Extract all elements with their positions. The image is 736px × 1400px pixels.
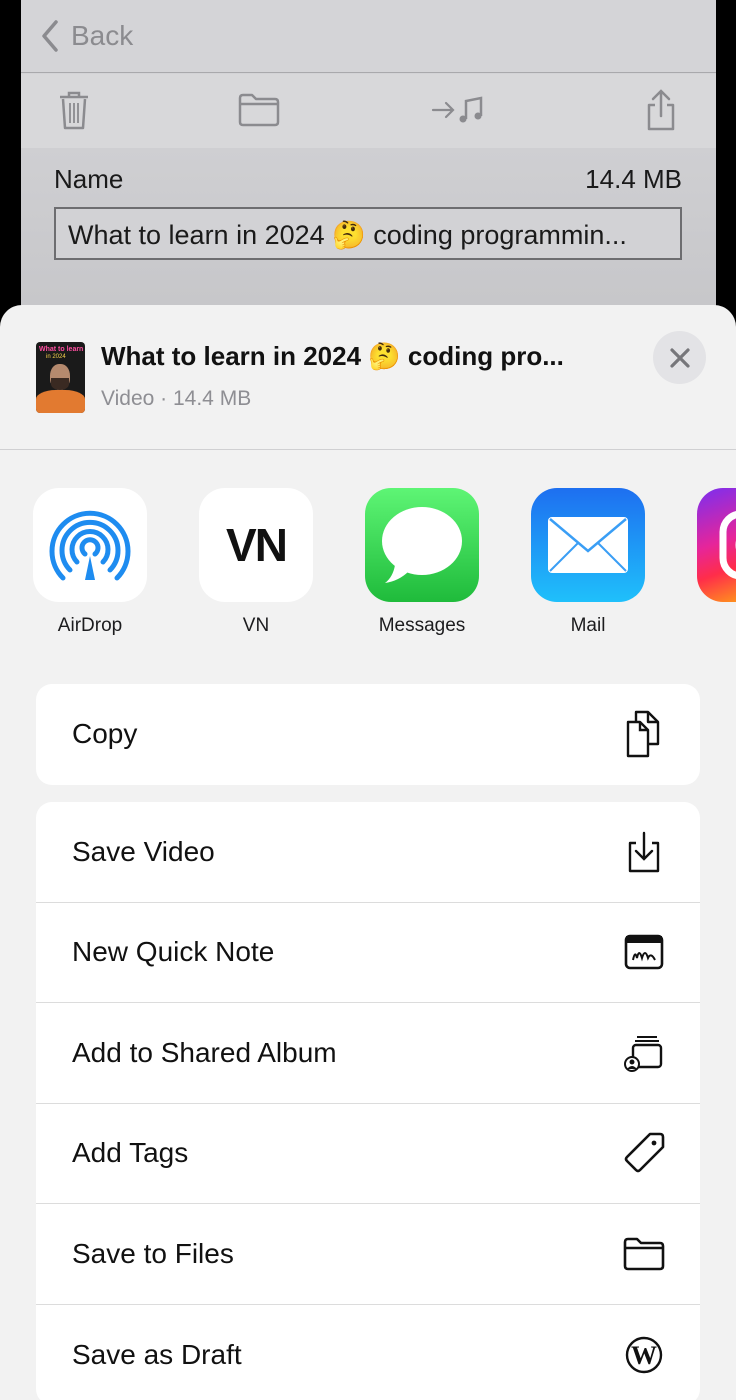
back-label: Back: [71, 20, 134, 51]
copy-icon: [622, 711, 666, 758]
close-button[interactable]: [653, 331, 706, 384]
share-app-instagram[interactable]: Ins: [684, 488, 736, 637]
share-sheet-header: What to learn in 2024 What to learn in 2…: [0, 305, 736, 450]
mail-icon: [531, 488, 645, 602]
action-label: Save as Draft: [72, 1338, 242, 1370]
background-app: Back Name 14.4 MB What to learn in 2024 …: [21, 0, 716, 320]
action-label: Add Tags: [72, 1137, 189, 1169]
folder-icon[interactable]: [237, 88, 281, 132]
quick-note-icon: [622, 930, 666, 974]
action-add-to-shared-album[interactable]: Add to Shared Album: [36, 1003, 700, 1104]
action-label: Copy: [72, 718, 138, 750]
vn-logo-text: VN: [226, 519, 288, 571]
folder-icon: [622, 1232, 666, 1276]
action-label: New Quick Note: [72, 936, 275, 968]
action-label: Save Video: [72, 835, 215, 867]
shared-album-icon: [622, 1031, 666, 1075]
share-app-vn[interactable]: VN VN: [186, 488, 326, 637]
action-label: Save to Files: [72, 1237, 234, 1269]
file-size: 14.4 MB: [585, 164, 682, 194]
action-label: Add to Shared Album: [72, 1036, 337, 1068]
trash-icon[interactable]: [56, 88, 92, 132]
action-save-as-draft[interactable]: Save as Draft W: [36, 1305, 700, 1400]
navigation-bar: Back: [21, 0, 716, 73]
svg-text:W: W: [631, 1341, 657, 1370]
share-app-messages[interactable]: Messages: [352, 488, 492, 637]
share-icon[interactable]: [641, 88, 681, 132]
action-copy[interactable]: Copy: [36, 684, 700, 785]
app-label: AirDrop: [57, 615, 123, 636]
vn-icon: VN: [199, 488, 313, 602]
file-info: Name 14.4 MB What to learn in 2024 🤔 cod…: [21, 148, 716, 320]
shared-item-subtitle: Video · 14.4 MB: [101, 387, 252, 410]
share-app-airdrop[interactable]: AirDrop: [20, 488, 160, 637]
app-label: VN: [242, 615, 270, 636]
share-apps-row: AirDrop VN VN Messages Mail: [0, 488, 736, 648]
close-icon: [669, 347, 690, 368]
chevron-left-icon: [42, 20, 58, 52]
action-save-to-files[interactable]: Save to Files: [36, 1204, 700, 1305]
share-sheet: What to learn in 2024 What to learn in 2…: [0, 305, 736, 1400]
app-label: Mail: [570, 615, 606, 636]
toolbar: [21, 74, 716, 148]
back-button[interactable]: Back: [41, 18, 133, 54]
wordpress-icon: W: [622, 1333, 666, 1377]
action-add-tags[interactable]: Add Tags: [36, 1104, 700, 1204]
tag-icon: [622, 1131, 666, 1175]
share-app-mail[interactable]: Mail: [518, 488, 658, 637]
actions-group: Save Video New Quick Note Add to Shared …: [36, 802, 700, 1400]
thumbnail-subtitle: in 2024: [46, 354, 66, 360]
instagram-icon: [697, 488, 736, 602]
filename-field[interactable]: What to learn in 2024 🤔 coding programmi…: [54, 207, 682, 260]
action-save-video[interactable]: Save Video: [36, 802, 700, 903]
airdrop-icon: [33, 488, 147, 602]
app-label: Messages: [378, 615, 466, 636]
action-new-quick-note[interactable]: New Quick Note: [36, 903, 700, 1003]
thumbnail-title: What to learn: [39, 346, 84, 353]
name-label: Name: [54, 164, 124, 194]
video-thumbnail: What to learn in 2024: [36, 342, 85, 413]
save-download-icon: [622, 830, 666, 874]
copy-action-group: Copy: [36, 684, 700, 785]
screen: Back Name 14.4 MB What to learn in 2024 …: [0, 0, 736, 1400]
shared-item-title: What to learn in 2024 🤔 coding pro...: [101, 341, 564, 371]
messages-icon: [365, 488, 479, 602]
convert-to-music-icon[interactable]: [429, 88, 489, 132]
